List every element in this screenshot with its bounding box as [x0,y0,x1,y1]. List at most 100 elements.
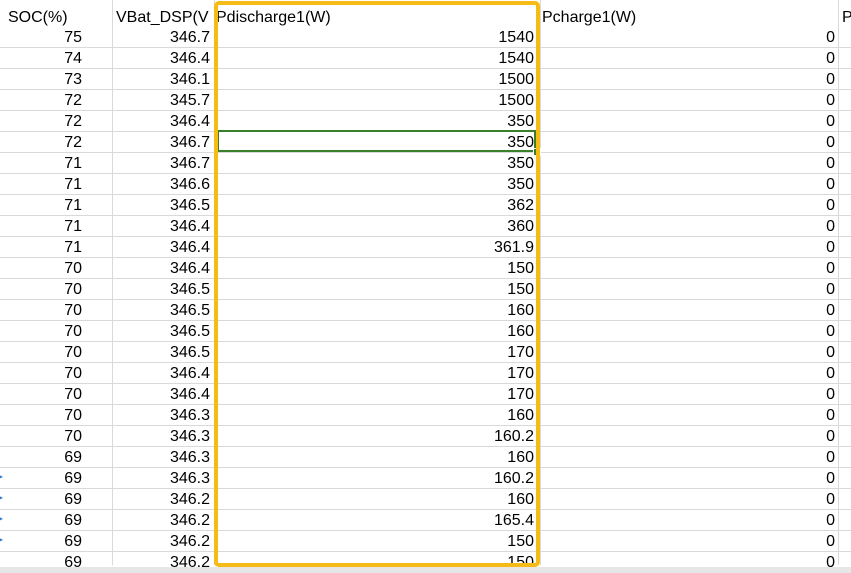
cell-vbat[interactable]: 346.4 [112,111,210,132]
cell-pcharge[interactable]: 0 [540,48,835,69]
cell-pdischarge[interactable]: 160.2 [214,468,534,489]
cell-vbat[interactable]: 346.4 [112,384,210,405]
cell-vbat[interactable]: 346.7 [112,27,210,48]
cell-soc[interactable]: 69 [0,468,82,489]
cell-pdischarge[interactable]: 1540 [214,48,534,69]
cell-pdischarge[interactable]: 150 [214,279,534,300]
cell-vbat[interactable]: 346.5 [112,195,210,216]
cell-vbat[interactable]: 346.1 [112,69,210,90]
cell-pcharge[interactable]: 0 [540,216,835,237]
cell-pcharge[interactable]: 0 [540,300,835,321]
cell-vbat[interactable]: 346.3 [112,426,210,447]
cell-pdischarge[interactable]: 160 [214,447,534,468]
cell-pdischarge[interactable]: 170 [214,342,534,363]
cell-pcharge[interactable]: 0 [540,426,835,447]
cell-pcharge[interactable]: 0 [540,132,835,153]
cell-vbat[interactable]: 346.3 [112,405,210,426]
cell-pcharge[interactable]: 0 [540,153,835,174]
cell-vbat[interactable]: 346.5 [112,321,210,342]
cell-pdischarge[interactable]: 361.9 [214,237,534,258]
cell-pcharge[interactable]: 0 [540,342,835,363]
cell-pdischarge[interactable]: 360 [214,216,534,237]
cell-soc[interactable]: 69 [0,447,82,468]
cell-soc[interactable]: 72 [0,90,82,111]
cell-soc[interactable]: 72 [0,111,82,132]
cell-pdischarge[interactable]: 160.2 [214,426,534,447]
cell-soc[interactable]: 70 [0,279,82,300]
cell-soc[interactable]: 71 [0,174,82,195]
cell-soc[interactable]: 69 [0,531,82,552]
cell-soc[interactable]: 70 [0,300,82,321]
cell-pcharge[interactable]: 0 [540,27,835,48]
cell-pcharge[interactable]: 0 [540,174,835,195]
cell-pdischarge[interactable]: 350 [214,111,534,132]
cell-pdischarge[interactable]: 160 [214,405,534,426]
cell-pdischarge[interactable]: 1540 [214,27,534,48]
cell-soc[interactable]: 70 [0,363,82,384]
cell-soc[interactable]: 75 [0,27,82,48]
cell-pcharge[interactable]: 0 [540,258,835,279]
cell-vbat[interactable]: 346.4 [112,258,210,279]
cell-vbat[interactable]: 346.3 [112,447,210,468]
cell-pdischarge[interactable]: 150 [214,531,534,552]
cell-pcharge[interactable]: 0 [540,237,835,258]
cell-vbat[interactable]: 346.5 [112,279,210,300]
cell-soc[interactable]: 72 [0,132,82,153]
cell-pcharge[interactable]: 0 [540,468,835,489]
cell-pcharge[interactable]: 0 [540,111,835,132]
cell-pcharge[interactable]: 0 [540,384,835,405]
cell-pdischarge[interactable]: 170 [214,363,534,384]
cell-pdischarge[interactable]: 1500 [214,90,534,111]
cell-pcharge[interactable]: 0 [540,489,835,510]
cell-pcharge[interactable]: 0 [540,195,835,216]
cell-soc[interactable]: 73 [0,69,82,90]
cell-vbat[interactable]: 346.4 [112,216,210,237]
fill-handle[interactable] [533,148,541,156]
cell-pdischarge[interactable]: 350 [214,174,534,195]
cell-vbat[interactable]: 346.5 [112,342,210,363]
cell-vbat[interactable]: 346.4 [112,237,210,258]
cell-soc[interactable]: 71 [0,153,82,174]
cell-soc[interactable]: 71 [0,195,82,216]
cell-pdischarge[interactable]: 165.4 [214,510,534,531]
cell-soc[interactable]: 69 [0,510,82,531]
horizontal-scrollbar[interactable] [0,567,851,573]
cell-vbat[interactable]: 346.6 [112,174,210,195]
cell-pdischarge[interactable]: 362 [214,195,534,216]
cell-soc[interactable]: 71 [0,216,82,237]
cell-vbat[interactable]: 346.3 [112,468,210,489]
cell-vbat[interactable]: 346.5 [112,300,210,321]
cell-pcharge[interactable]: 0 [540,510,835,531]
cell-soc[interactable]: 71 [0,237,82,258]
cell-pdischarge[interactable]: 160 [214,489,534,510]
cell-vbat[interactable]: 346.7 [112,132,210,153]
cell-pcharge[interactable]: 0 [540,69,835,90]
cell-pdischarge[interactable]: 1500 [214,69,534,90]
cell-soc[interactable]: 70 [0,258,82,279]
cell-pdischarge[interactable]: 150 [214,258,534,279]
cell-soc[interactable]: 70 [0,384,82,405]
cell-soc[interactable]: 70 [0,426,82,447]
cell-vbat[interactable]: 346.4 [112,48,210,69]
cell-pdischarge[interactable]: 170 [214,384,534,405]
cell-pcharge[interactable]: 0 [540,531,835,552]
cell-pcharge[interactable]: 0 [540,405,835,426]
cell-soc[interactable]: 70 [0,342,82,363]
cell-pcharge[interactable]: 0 [540,279,835,300]
cell-vbat[interactable]: 346.4 [112,363,210,384]
cell-pdischarge[interactable]: 160 [214,321,534,342]
cell-vbat[interactable]: 346.7 [112,153,210,174]
cell-vbat[interactable]: 345.7 [112,90,210,111]
cell-soc[interactable]: 69 [0,489,82,510]
cell-vbat[interactable]: 346.2 [112,489,210,510]
cell-soc[interactable]: 74 [0,48,82,69]
cell-pdischarge[interactable]: 160 [214,300,534,321]
cell-pcharge[interactable]: 0 [540,90,835,111]
cell-soc[interactable]: 70 [0,321,82,342]
cell-pcharge[interactable]: 0 [540,363,835,384]
cell-soc[interactable]: 70 [0,405,82,426]
cell-pdischarge[interactable]: 350 [214,153,534,174]
active-cell-selection[interactable] [217,130,536,152]
cell-vbat[interactable]: 346.2 [112,531,210,552]
cell-vbat[interactable]: 346.2 [112,510,210,531]
